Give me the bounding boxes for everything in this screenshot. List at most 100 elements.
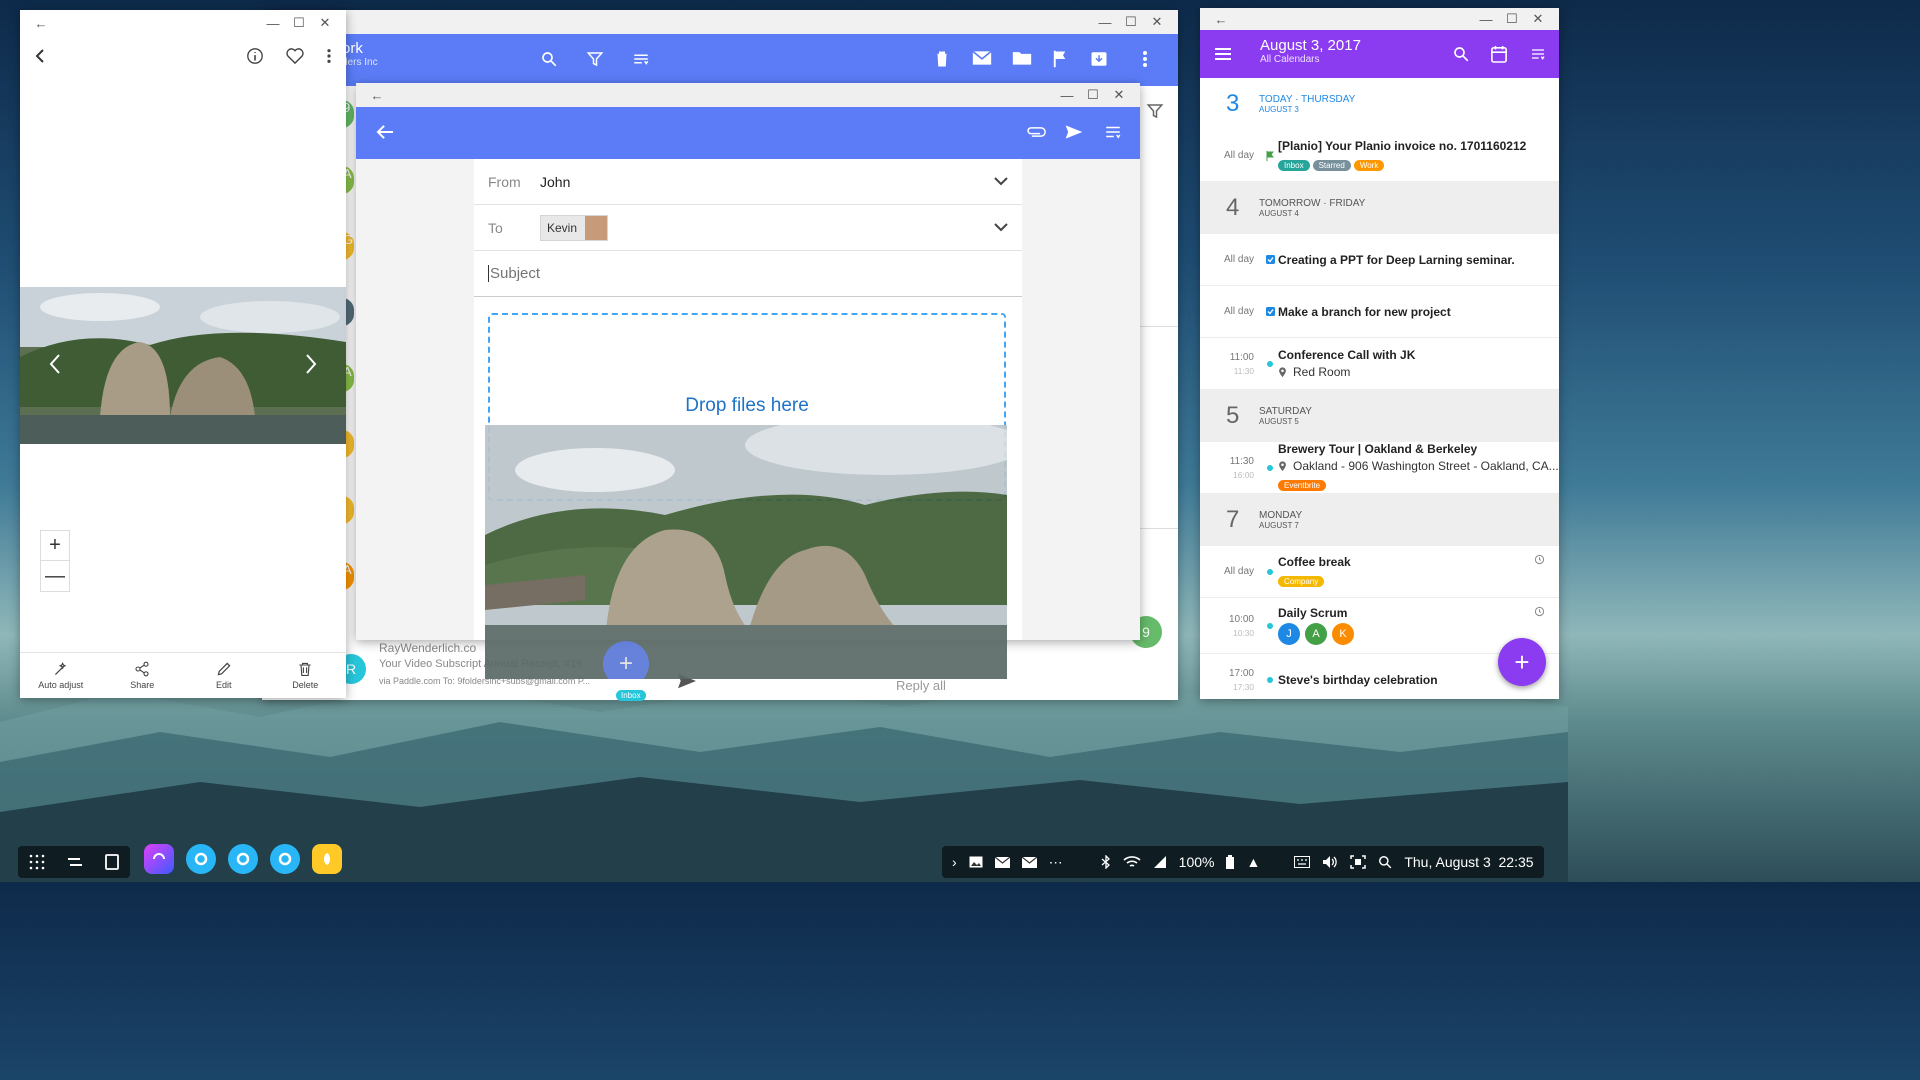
to-row[interactable]: To Kevin — [474, 205, 1022, 251]
filter-icon[interactable] — [586, 50, 604, 68]
back-arrow-icon[interactable] — [376, 124, 394, 140]
recent-apps-icon[interactable] — [66, 855, 84, 869]
event-bullet — [1262, 150, 1278, 161]
wifi-icon[interactable] — [1123, 855, 1141, 869]
dragged-photo[interactable]: + — [485, 425, 1007, 679]
minimize-icon[interactable]: — — [1473, 12, 1499, 27]
minimize-icon[interactable]: — — [1054, 88, 1080, 103]
attendee-avatar[interactable]: K — [1332, 623, 1354, 645]
repeat-icon — [1534, 554, 1545, 565]
recipient-chip[interactable]: Kevin — [540, 214, 609, 241]
day-label: MONDAY AUGUST 7 — [1259, 510, 1302, 530]
calendar-today-icon[interactable] — [1491, 45, 1507, 63]
attendee-avatar[interactable]: A — [1305, 623, 1327, 645]
event-location: Red Room — [1278, 365, 1559, 379]
menu-icon[interactable] — [1214, 47, 1232, 61]
event-time: 11:00 11:30 — [1200, 350, 1262, 377]
reply-all-button[interactable]: Reply all — [896, 678, 946, 693]
back-arrow-icon[interactable]: ← — [28, 16, 54, 31]
more-notifications-icon[interactable]: ⋯ — [1049, 854, 1063, 871]
from-row[interactable]: From John — [474, 159, 1022, 205]
chevron-down-icon[interactable] — [994, 177, 1008, 186]
close-icon[interactable]: ✕ — [1106, 87, 1132, 103]
trash-icon[interactable] — [934, 50, 950, 68]
keyboard-icon[interactable] — [1294, 856, 1311, 868]
expand-up-icon[interactable]: ▲ — [1246, 854, 1260, 870]
share-button[interactable]: Share — [102, 653, 184, 698]
gallery-photo[interactable] — [20, 287, 346, 444]
maximize-icon[interactable]: ☐ — [1499, 11, 1525, 27]
event-body: Coffee break Company — [1278, 555, 1559, 589]
chevron-right-icon[interactable]: › — [952, 854, 957, 870]
add-event-button[interactable]: + — [1498, 638, 1546, 686]
app-icon-mail-3[interactable] — [270, 844, 300, 874]
app-drawer-icon[interactable] — [29, 854, 45, 870]
event-bullet — [1262, 676, 1278, 683]
event-item[interactable]: All day [Planio] Your Planio invoice no.… — [1200, 130, 1559, 182]
divider — [1140, 528, 1178, 529]
auto-adjust-button[interactable]: Auto adjust — [20, 653, 102, 698]
mail-icon[interactable] — [972, 50, 992, 66]
app-icon-gallery[interactable] — [312, 844, 342, 874]
heart-icon[interactable] — [286, 48, 304, 64]
app-icon-mail-2[interactable] — [228, 844, 258, 874]
search-icon[interactable] — [1452, 45, 1470, 63]
event-item[interactable]: 11:00 11:30 Conference Call with JK Red Ro… — [1200, 338, 1559, 390]
sort-icon[interactable] — [632, 50, 650, 68]
delete-button[interactable]: Delete — [265, 653, 347, 698]
more-vert-icon[interactable] — [1142, 50, 1148, 68]
subject-input[interactable] — [488, 265, 988, 282]
close-icon[interactable]: ✕ — [312, 15, 338, 31]
minimize-icon[interactable]: — — [260, 16, 286, 31]
mail-notification-icon[interactable] — [994, 856, 1010, 868]
close-icon[interactable]: ✕ — [1525, 11, 1551, 27]
subject-row[interactable] — [474, 251, 1022, 297]
maximize-icon[interactable]: ☐ — [286, 15, 312, 31]
event-item[interactable]: All day Coffee break Company — [1200, 546, 1559, 598]
compose-fab[interactable]: + — [603, 641, 649, 679]
attendee-avatar[interactable]: J — [1278, 623, 1300, 645]
mail-notification-icon-2[interactable] — [1021, 856, 1037, 868]
location-text: Oakland - 906 Washington Street - Oaklan… — [1293, 459, 1559, 473]
next-chevron-icon[interactable] — [304, 353, 318, 375]
zoom-in-button[interactable]: + — [41, 531, 69, 561]
back-arrow-icon[interactable]: ← — [1208, 12, 1234, 27]
archive-icon[interactable] — [1090, 50, 1108, 68]
sort-icon[interactable] — [1530, 46, 1546, 62]
gallery-action-bar: Auto adjust Share Edit Delete — [20, 652, 346, 698]
event-item[interactable]: All day Make a branch for new project — [1200, 286, 1559, 338]
search-icon[interactable] — [540, 50, 558, 68]
more-vert-icon[interactable] — [326, 48, 332, 64]
send-icon[interactable] — [1064, 123, 1084, 141]
gallery-window: ← — ☐ ✕ + — Auto adjust Share Edit Delet… — [20, 10, 346, 698]
location-pin-icon — [1279, 366, 1286, 377]
screenshot-icon[interactable] — [1350, 855, 1367, 869]
event-dot-icon — [1267, 676, 1273, 683]
previous-chevron-icon[interactable] — [48, 353, 62, 375]
flag-icon[interactable] — [1052, 50, 1068, 68]
sort-icon[interactable] — [1104, 124, 1122, 140]
maximize-icon[interactable]: ☐ — [1118, 14, 1144, 30]
clock[interactable]: Thu, August 3 22:35 — [1404, 854, 1533, 870]
search-icon[interactable] — [1378, 855, 1392, 869]
attachment-icon[interactable] — [1026, 125, 1046, 139]
edit-button[interactable]: Edit — [183, 653, 265, 698]
gallery-notification-icon[interactable] — [969, 856, 983, 868]
back-arrow-icon[interactable]: ← — [364, 88, 390, 103]
close-icon[interactable]: ✕ — [1144, 14, 1170, 30]
info-icon[interactable] — [246, 47, 264, 65]
app-icon-mail[interactable] — [186, 844, 216, 874]
maximize-icon[interactable]: ☐ — [1080, 87, 1106, 103]
folder-icon[interactable] — [1012, 50, 1032, 66]
volume-icon[interactable] — [1322, 855, 1338, 869]
app-icon-launcher[interactable] — [144, 844, 174, 874]
event-item[interactable]: All day Creating a PPT for Deep Larning … — [1200, 234, 1559, 286]
minimize-icon[interactable]: — — [1092, 15, 1118, 30]
back-chevron-icon[interactable] — [34, 48, 46, 64]
bluetooth-icon[interactable] — [1101, 855, 1111, 869]
event-item[interactable]: 11:30 16:00 Brewery Tour | Oakland & Berk… — [1200, 442, 1559, 494]
home-icon[interactable] — [105, 854, 120, 870]
zoom-out-button[interactable]: — — [41, 561, 69, 591]
filter-icon[interactable] — [1146, 102, 1164, 120]
chevron-down-icon[interactable] — [994, 223, 1008, 232]
